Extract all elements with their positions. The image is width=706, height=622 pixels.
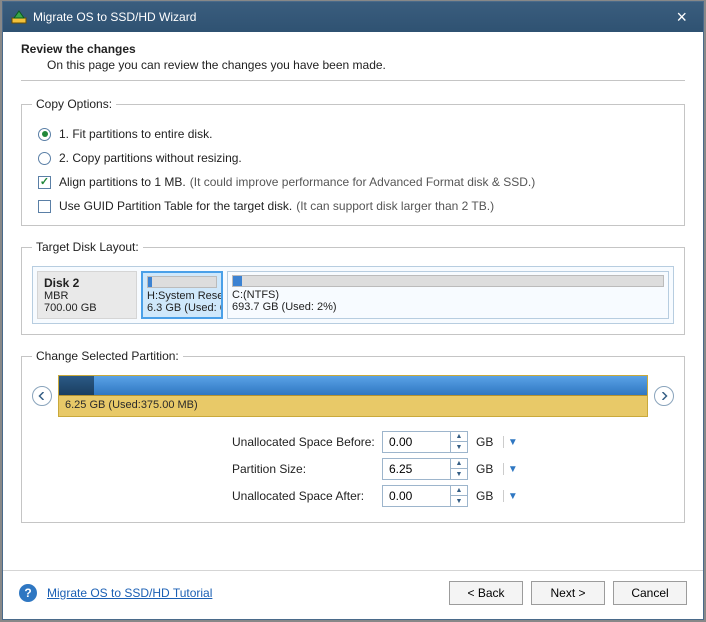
target-disk-layout-group: Target Disk Layout: Disk 2 MBR 700.00 GB… [21,240,685,335]
align-partitions-option[interactable]: ✓ Align partitions to 1 MB. (It could im… [38,175,674,189]
unallocated-before-row: Unallocated Space Before: ▲▼ GB ▼ [32,431,674,453]
unit-dropdown[interactable]: ▼ [503,436,515,448]
partition-size-label: Partition Size: [232,462,382,476]
gpt-note: (It can support disk larger than 2 TB.) [296,199,494,213]
unallocated-before-label: Unallocated Space Before: [232,435,382,449]
align-partitions-note: (It could improve performance for Advanc… [190,175,535,189]
align-partitions-label: Align partitions to 1 MB. [59,175,186,189]
partition-size-input[interactable]: ▲▼ [382,458,468,480]
footer: ? Migrate OS to SSD/HD Tutorial < Back N… [3,570,703,619]
selected-partition-summary: 6.25 GB (Used:375.00 MB) [59,396,647,414]
wizard-buttons: < Back Next > Cancel [449,581,687,605]
unallocated-after-row: Unallocated Space After: ▲▼ GB ▼ [32,485,674,507]
help-icon[interactable]: ? [19,584,37,602]
partition-size: 693.7 GB (Used: 2%) [232,301,664,313]
partition-c-ntfs[interactable]: C:(NTFS) 693.7 GB (Used: 2%) [227,271,669,319]
copy-options-group: Copy Options: 1. Fit partitions to entir… [21,97,685,226]
partition-size-form: Unallocated Space Before: ▲▼ GB ▼ Partit… [32,431,674,507]
next-partition-button[interactable] [654,386,674,406]
unit-label: GB [476,435,493,449]
disk-scheme: MBR [44,290,130,302]
partition-label: C:(NTFS) [232,289,664,301]
content-area: Review the changes On this page you can … [3,32,703,570]
page-subtitle: On this page you can review the changes … [47,58,685,72]
spinner[interactable]: ▲▼ [450,485,468,507]
usage-bar [232,275,664,287]
disk-layout-row: Disk 2 MBR 700.00 GB H:System Reserved 6… [32,266,674,324]
disk-size: 700.00 GB [44,302,130,314]
spin-up-icon[interactable]: ▲ [451,432,467,442]
wizard-window: Migrate OS to SSD/HD Wizard × Review the… [2,1,704,620]
unit-dropdown[interactable]: ▼ [503,463,515,475]
partition-selector: 6.25 GB (Used:375.00 MB) [32,375,674,417]
partition-size: 6.3 GB (Used: 6%) [147,302,217,314]
spin-up-icon[interactable]: ▲ [451,459,467,469]
radio-icon[interactable] [38,128,51,141]
partition-size-field[interactable] [382,458,450,480]
titlebar[interactable]: Migrate OS to SSD/HD Wizard × [3,2,703,32]
disk-info: Disk 2 MBR 700.00 GB [37,271,137,319]
unit-label: GB [476,462,493,476]
target-disk-legend: Target Disk Layout: [32,240,143,254]
tutorial-link[interactable]: Migrate OS to SSD/HD Tutorial [47,586,212,600]
radio-icon[interactable] [38,152,51,165]
gpt-label: Use GUID Partition Table for the target … [59,199,292,213]
chevron-right-icon [660,392,668,400]
usage-bar [147,276,217,288]
next-button[interactable]: Next > [531,581,605,605]
checkbox-icon[interactable]: ✓ [38,176,51,189]
gpt-option[interactable]: Use GUID Partition Table for the target … [38,199,674,213]
spin-down-icon[interactable]: ▼ [451,496,467,506]
checkbox-icon[interactable] [38,200,51,213]
change-partition-legend: Change Selected Partition: [32,349,183,363]
partition-h-system-reserved[interactable]: H:System Reserved 6.3 GB (Used: 6%) [141,271,223,319]
fit-partitions-label: 1. Fit partitions to entire disk. [59,127,212,141]
back-button[interactable]: < Back [449,581,523,605]
change-partition-group: Change Selected Partition: 6.25 GB (Used… [21,349,685,523]
page-title: Review the changes [21,42,685,56]
spinner[interactable]: ▲▼ [450,431,468,453]
unallocated-before-field[interactable] [382,431,450,453]
spin-down-icon[interactable]: ▼ [451,442,467,452]
unallocated-after-input[interactable]: ▲▼ [382,485,468,507]
disk-name: Disk 2 [44,276,130,290]
app-icon [11,9,27,25]
chevron-left-icon [38,392,46,400]
unit-label: GB [476,489,493,503]
window-title: Migrate OS to SSD/HD Wizard [33,10,196,24]
partition-label: H:System Reserved [147,290,217,302]
spin-up-icon[interactable]: ▲ [451,486,467,496]
spin-down-icon[interactable]: ▼ [451,469,467,479]
copy-without-resize-option[interactable]: 2. Copy partitions without resizing. [38,151,674,165]
prev-partition-button[interactable] [32,386,52,406]
unit-dropdown[interactable]: ▼ [503,490,515,502]
divider [21,80,685,81]
used-region [59,376,94,395]
unallocated-before-input[interactable]: ▲▼ [382,431,468,453]
partition-bar[interactable] [59,376,647,396]
close-icon[interactable]: × [668,5,695,30]
copy-options-legend: Copy Options: [32,97,116,111]
selected-partition-slider[interactable]: 6.25 GB (Used:375.00 MB) [58,375,648,417]
partition-size-row: Partition Size: ▲▼ GB ▼ [32,458,674,480]
unallocated-after-label: Unallocated Space After: [232,489,382,503]
unallocated-after-field[interactable] [382,485,450,507]
cancel-button[interactable]: Cancel [613,581,687,605]
fit-partitions-option[interactable]: 1. Fit partitions to entire disk. [38,127,674,141]
spinner[interactable]: ▲▼ [450,458,468,480]
copy-without-resize-label: 2. Copy partitions without resizing. [59,151,242,165]
